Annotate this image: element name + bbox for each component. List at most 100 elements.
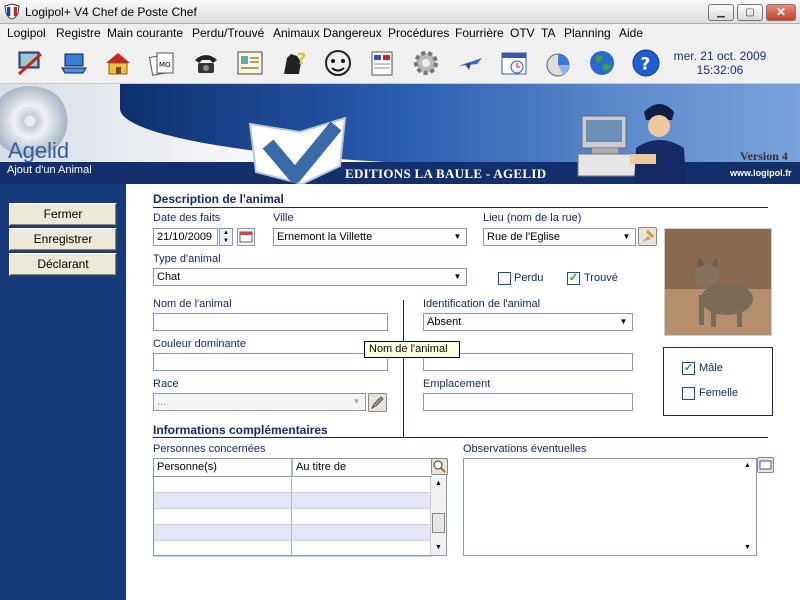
svg-text:?: ?	[641, 55, 651, 75]
ville-select[interactable]: Ernemont la Villette ▼	[273, 228, 467, 246]
gear-icon[interactable]	[410, 47, 442, 79]
personnes-label: Personnes concernées	[153, 443, 266, 455]
page-subtitle: Ajout d'un Animal	[7, 164, 92, 176]
menu-ta[interactable]: TA	[541, 26, 555, 40]
emplacement-input[interactable]	[423, 393, 633, 411]
scroll-down-arrow-icon[interactable]: ▼	[740, 541, 755, 555]
computer-tools-icon[interactable]	[14, 47, 46, 79]
table-row[interactable]	[154, 493, 432, 509]
type-select[interactable]: Chat ▼	[153, 268, 467, 286]
menu-logipol[interactable]: Logipol	[7, 26, 46, 40]
femelle-checkbox[interactable]	[682, 387, 695, 400]
map-pin-button[interactable]	[638, 227, 657, 246]
identification-select[interactable]: Absent ▼	[423, 313, 633, 331]
expand-observations-button[interactable]	[757, 457, 774, 473]
femelle-label: Femelle	[699, 387, 739, 399]
table-row[interactable]	[154, 525, 432, 541]
scroll-up-arrow-icon[interactable]: ▲	[740, 459, 755, 473]
house-icon[interactable]	[102, 47, 134, 79]
bulldog-icon[interactable]	[322, 47, 354, 79]
menu-aide[interactable]: Aide	[619, 26, 643, 40]
couleur-input[interactable]	[153, 353, 388, 371]
laptop-icon[interactable]	[58, 47, 90, 79]
sidebar: Fermer Enregistrer Déclarant	[0, 184, 126, 600]
calendar-button[interactable]	[237, 228, 255, 246]
male-checkbox[interactable]: ✓	[682, 362, 695, 375]
editions-label: EDITIONS LA BAULE - AGELID	[345, 166, 547, 181]
globe-icon[interactable]	[586, 47, 618, 79]
plane-icon[interactable]	[454, 47, 486, 79]
animal-photo	[664, 228, 772, 336]
website-label: www.logipol.fr	[730, 168, 792, 178]
column-divider	[291, 459, 292, 555]
column-header-personne[interactable]: Personne(s)	[154, 459, 291, 477]
declarant-button[interactable]: Déclarant	[9, 253, 117, 276]
menu-fourriere[interactable]: Fourrière	[455, 26, 504, 40]
column-header-au-titre[interactable]: Au titre de	[292, 459, 432, 477]
menu-animaux-dangereux[interactable]: Animaux Dangereux	[273, 26, 382, 40]
minimize-button[interactable]: ▁	[708, 4, 734, 21]
telephone-icon[interactable]	[190, 47, 222, 79]
close-button[interactable]: ✕	[766, 4, 796, 21]
race-label: Race	[153, 378, 179, 390]
documents-icon[interactable]: MO	[146, 47, 178, 79]
perdu-checkbox[interactable]	[498, 272, 511, 285]
chevron-down-icon: ▼	[619, 317, 628, 326]
app-shield-icon	[4, 3, 20, 20]
date-spinner[interactable]: ▲ ▼	[219, 228, 233, 246]
maximize-button[interactable]: ▢	[737, 4, 763, 21]
observations-textarea[interactable]: ▲ ▼	[463, 458, 757, 556]
scroll-thumb[interactable]	[432, 513, 445, 533]
table-row[interactable]	[154, 541, 432, 557]
chevron-down-icon: ▼	[453, 232, 462, 241]
checkmark-logo-icon	[248, 116, 347, 184]
window-title: Logipol+ V4 Chef de Poste Chef	[25, 5, 197, 19]
table-row[interactable]	[154, 477, 432, 493]
fermer-button[interactable]: Fermer	[9, 203, 117, 226]
lieu-select[interactable]: Rue de l'Eglise ▼	[483, 228, 636, 246]
pie-chart-icon[interactable]	[542, 47, 574, 79]
section-divider	[153, 437, 768, 438]
grid-scrollbar[interactable]: ▲ ▼	[430, 477, 446, 555]
search-persons-button[interactable]	[431, 458, 448, 475]
id-card-icon[interactable]	[234, 47, 266, 79]
enregistrer-button[interactable]: Enregistrer	[9, 228, 117, 251]
type-label: Type d'animal	[153, 253, 221, 265]
nom-label: Nom de l'animal	[153, 298, 232, 310]
police-officer-illustration-icon	[577, 104, 686, 184]
observations-scrollbar[interactable]: ▲ ▼	[740, 459, 756, 555]
perdu-label: Perdu	[514, 272, 544, 284]
table-row[interactable]	[154, 509, 432, 525]
column-separator	[403, 300, 404, 437]
dog-question-icon[interactable]: ?	[278, 47, 310, 79]
menu-perdu-trouve[interactable]: Perdu/Trouvé	[192, 26, 264, 40]
race-select[interactable]: ... ▼	[153, 393, 366, 411]
clipboard-icon[interactable]	[366, 47, 398, 79]
date-field[interactable]: 21/10/2009	[153, 228, 218, 246]
calendar-clock-icon[interactable]	[498, 47, 530, 79]
menu-otv[interactable]: OTV	[510, 26, 535, 40]
help-icon[interactable]: ?	[630, 47, 662, 79]
pencil-icon	[370, 396, 384, 410]
trouve-checkbox[interactable]: ✓	[567, 272, 580, 285]
menu-procedures[interactable]: Procédures	[388, 26, 449, 40]
nom-input[interactable]	[153, 313, 388, 331]
menu-registre[interactable]: Registre	[56, 26, 101, 40]
menu-main-courante[interactable]: Main courante	[107, 26, 183, 40]
type-value: Chat	[157, 271, 181, 283]
observations-label: Observations éventuelles	[463, 443, 587, 455]
scroll-down-arrow-icon[interactable]: ▼	[431, 541, 446, 555]
personnes-grid[interactable]: Personne(s) Au titre de ▲ ▼	[153, 458, 447, 557]
race-value: ...	[157, 396, 167, 408]
identification-value: Absent	[427, 316, 462, 328]
trouve-label: Trouvé	[584, 272, 618, 284]
menu-planning[interactable]: Planning	[564, 26, 611, 40]
edit-race-button[interactable]	[368, 393, 387, 412]
scroll-up-arrow-icon[interactable]: ▲	[431, 477, 446, 491]
expand-icon	[759, 460, 772, 470]
ville-label: Ville	[273, 212, 294, 224]
identification-label: Identification de l'animal	[423, 298, 541, 310]
header-banner: Agelid Ajout d'un Animal EDITIONS LA BAU…	[0, 84, 800, 184]
date-time-display: mer. 21 oct. 2009 15:32:06	[672, 49, 768, 77]
svg-text:?: ?	[297, 49, 306, 68]
